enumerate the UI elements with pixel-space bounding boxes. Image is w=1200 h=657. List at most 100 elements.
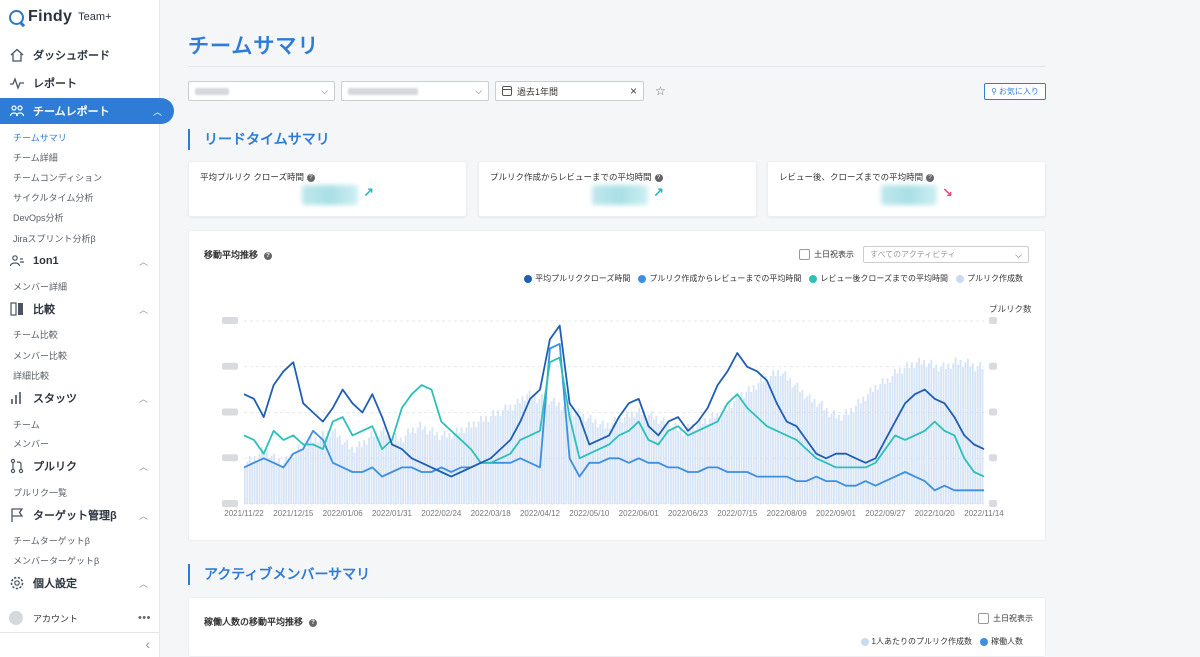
bar-mark [302, 442, 305, 504]
bar-mark [404, 435, 407, 504]
chevron-up-icon[interactable]: ︿ [139, 303, 148, 316]
x-tick-label: 2022/05/10 [569, 509, 610, 518]
chevron-up-icon[interactable]: ︿ [139, 460, 148, 473]
bar-mark [706, 423, 709, 504]
chevron-up-icon[interactable]: ︿ [139, 509, 148, 522]
bar-mark [355, 446, 358, 504]
more-icon[interactable]: ••• [138, 612, 151, 624]
sidebar-item-target[interactable]: ターゲット管理β ︿ [0, 502, 160, 528]
sidebar-item-dashboard[interactable]: ダッシュボード [0, 42, 160, 68]
bar-mark [665, 425, 667, 504]
help-icon[interactable]: ? [654, 173, 663, 182]
y2-tick-label-redacted [989, 454, 997, 462]
bar-mark [609, 428, 611, 504]
star-icon[interactable]: ☆ [655, 84, 666, 98]
bar-mark [820, 401, 823, 504]
bars-icon [11, 392, 21, 404]
sidebar-item-label: レポート [33, 78, 77, 90]
legend-item[interactable]: 稼働人数 [980, 636, 1023, 647]
bar-mark [835, 418, 838, 504]
chevron-up-icon[interactable]: ︿ [139, 577, 148, 590]
avatar [9, 611, 23, 625]
bar-mark [784, 371, 787, 504]
legend-item[interactable]: 1人あたりのプルリク作成数 [860, 636, 972, 647]
sidebar-subitem-stats-team[interactable]: チーム [13, 418, 40, 431]
bar-mark [489, 415, 492, 504]
bar-mark [808, 394, 811, 504]
help-icon[interactable]: ? [926, 173, 935, 182]
bar-mark [799, 391, 801, 504]
bar-mark [918, 357, 921, 504]
bar-mark [548, 404, 551, 504]
sidebar-subitem-team-detail[interactable]: チーム詳細 [13, 151, 58, 164]
brand-name: Findy [28, 8, 73, 25]
chevron-up-icon[interactable]: ︿ [139, 392, 148, 405]
sidebar-item-settings[interactable]: 個人設定 ︿ [0, 570, 160, 596]
help-icon[interactable]: ? [309, 618, 318, 627]
sidebar-subitem-member-compare[interactable]: メンバー比較 [13, 349, 67, 362]
bar-mark [747, 386, 750, 504]
sidebar-subitem-devops[interactable]: DevOps分析 [13, 211, 64, 224]
sidebar-item-pull-request[interactable]: プルリク ︿ [0, 453, 160, 479]
bar-mark [794, 385, 796, 504]
bar-mark [725, 410, 728, 504]
member-select[interactable]: ⌵ [341, 81, 489, 101]
sidebar-item-report[interactable]: レポート [0, 70, 160, 96]
sidebar-subitem-pr-list[interactable]: プルリク一覧 [13, 486, 67, 499]
member-select-value [348, 87, 418, 95]
sidebar-subitem-team-condition[interactable]: チームコンディション [13, 171, 102, 184]
weekend-toggle[interactable]: 土日祝表示 [978, 613, 1033, 624]
help-icon[interactable]: ? [306, 173, 315, 182]
bar-mark [443, 430, 446, 504]
account-menu[interactable]: アカウント ••• [0, 606, 160, 630]
sidebar-item-label: ダッシュボード [33, 50, 110, 62]
sidebar-subitem-member-detail[interactable]: メンバー詳細 [13, 280, 67, 293]
bar-mark [937, 371, 940, 504]
kpi-value-redacted [881, 185, 937, 205]
x-tick-label: 2022/04/12 [520, 509, 561, 518]
bar-mark [896, 373, 899, 504]
bar-mark [674, 422, 677, 504]
sidebar-subitem-member-target[interactable]: メンバーターゲットβ [13, 554, 99, 567]
sidebar-subitem-jira-sprint[interactable]: Jiraスプリント分析β [13, 232, 96, 245]
bar-mark [777, 370, 779, 504]
favorites-button[interactable]: ⚲ お気に入り [984, 83, 1046, 100]
team-select[interactable]: ⌵ [188, 81, 335, 101]
bar-mark [872, 391, 874, 504]
section-title-lead-time: リードタイムサマリ [188, 129, 330, 150]
bar-mark [735, 394, 738, 504]
date-range-picker[interactable]: 過去1年間 × [495, 81, 644, 101]
brand-logo[interactable]: Findy Team+ [9, 8, 112, 26]
sidebar-subitem-detail-compare[interactable]: 詳細比較 [13, 369, 49, 382]
bar-mark [691, 423, 694, 504]
trend-up-icon: ↗ [363, 185, 374, 200]
bar-mark [667, 421, 670, 504]
sidebar-subitem-stats-member[interactable]: メンバー [13, 437, 49, 450]
sidebar-item-compare[interactable]: 比較 ︿ [0, 296, 160, 322]
date-range-value: 過去1年間 [517, 86, 559, 97]
bar-mark [307, 442, 310, 504]
bar-mark [862, 396, 865, 504]
sidebar-subitem-team-target[interactable]: チームターゲットβ [13, 534, 90, 547]
bar-mark [596, 427, 599, 504]
weekend-checkbox[interactable] [978, 613, 989, 624]
bar-mark [643, 410, 646, 504]
sidebar-subitem-team-summary[interactable]: チームサマリ [13, 131, 67, 144]
bar-mark [769, 375, 772, 504]
bar-mark [847, 414, 850, 504]
chevron-up-icon[interactable]: ︿ [139, 255, 148, 268]
chevron-up-icon[interactable]: ︿ [153, 105, 162, 118]
chevron-down-icon: ⌵ [475, 86, 482, 96]
sidebar-subitem-team-compare[interactable]: チーム比較 [13, 328, 58, 341]
bar-mark [816, 406, 818, 504]
sidebar-subitem-cycle-time[interactable]: サイクルタイム分析 [13, 191, 93, 204]
bar-mark [426, 434, 429, 504]
bar-mark [699, 418, 702, 504]
sidebar-item-team-report[interactable]: チームレポート ︿ [0, 98, 174, 124]
sidebar-item-stats[interactable]: スタッツ ︿ [0, 385, 160, 411]
bar-mark [957, 364, 960, 504]
team-icon [9, 105, 25, 117]
chevron-left-icon[interactable]: ‹ [145, 636, 150, 652]
close-icon[interactable]: × [630, 84, 637, 98]
sidebar-item-1on1[interactable]: 1on1 ︿ [0, 248, 160, 274]
